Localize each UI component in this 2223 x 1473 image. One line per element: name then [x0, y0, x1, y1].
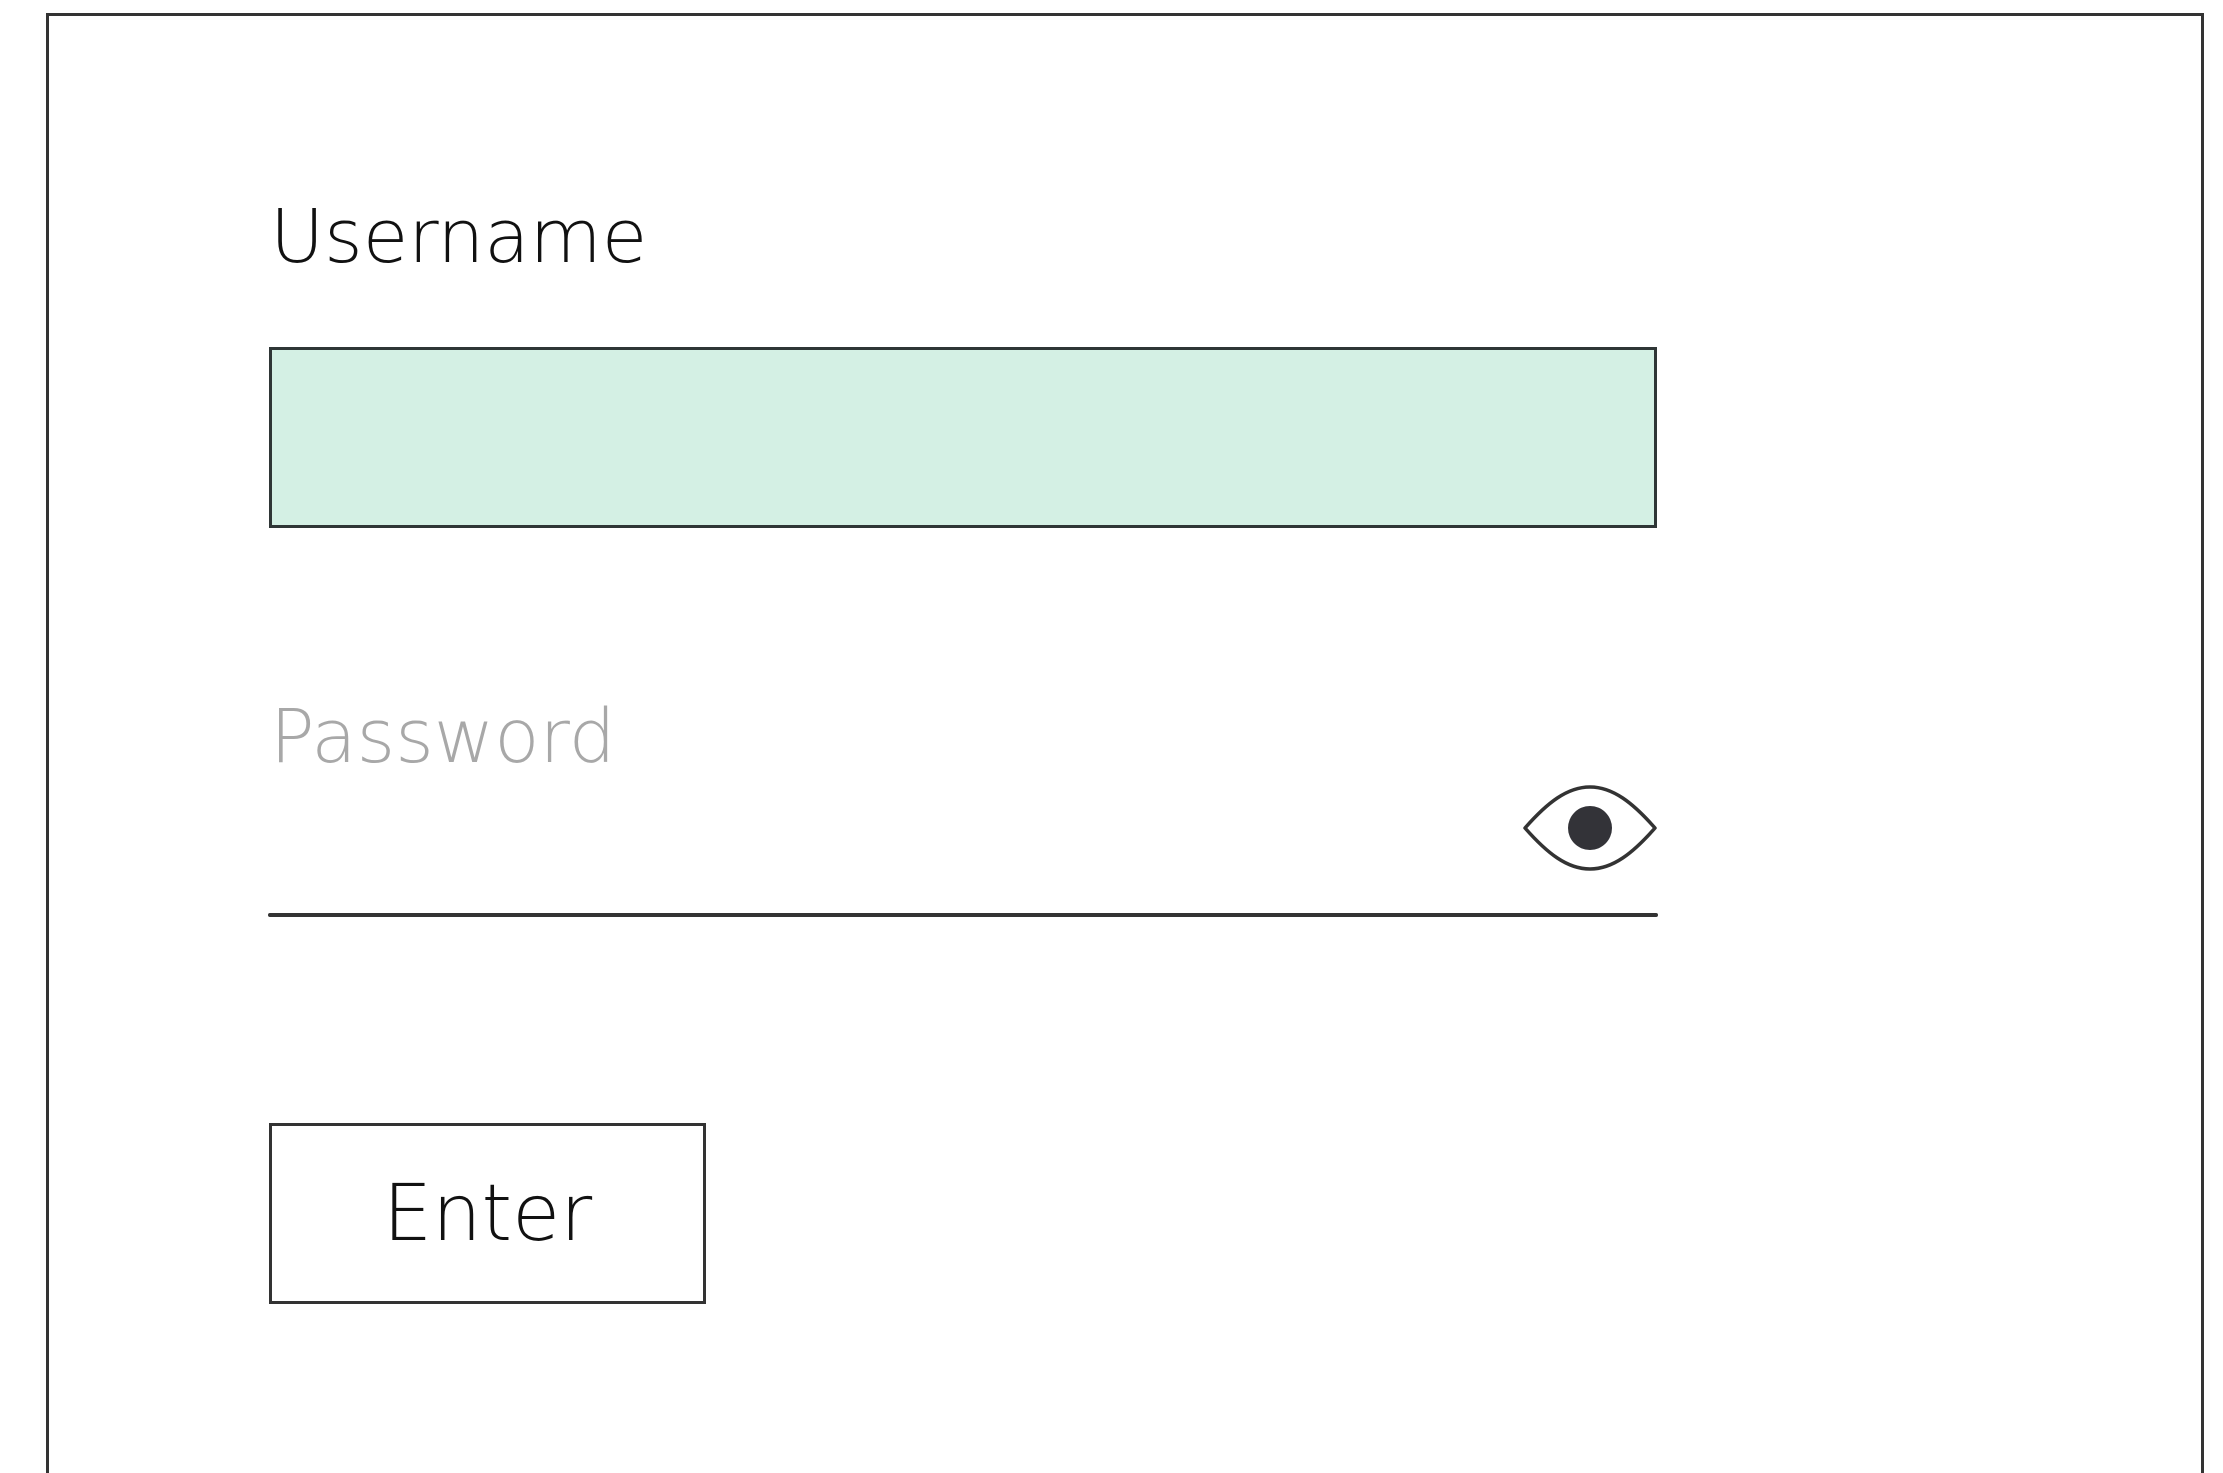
eye-icon — [1523, 785, 1657, 871]
show-password-toggle[interactable] — [1522, 783, 1658, 873]
password-field[interactable] — [269, 760, 1509, 900]
password-underline — [268, 913, 1658, 917]
username-field[interactable] — [269, 347, 1657, 528]
username-label: Username — [270, 194, 648, 280]
enter-button[interactable]: Enter — [269, 1123, 706, 1304]
